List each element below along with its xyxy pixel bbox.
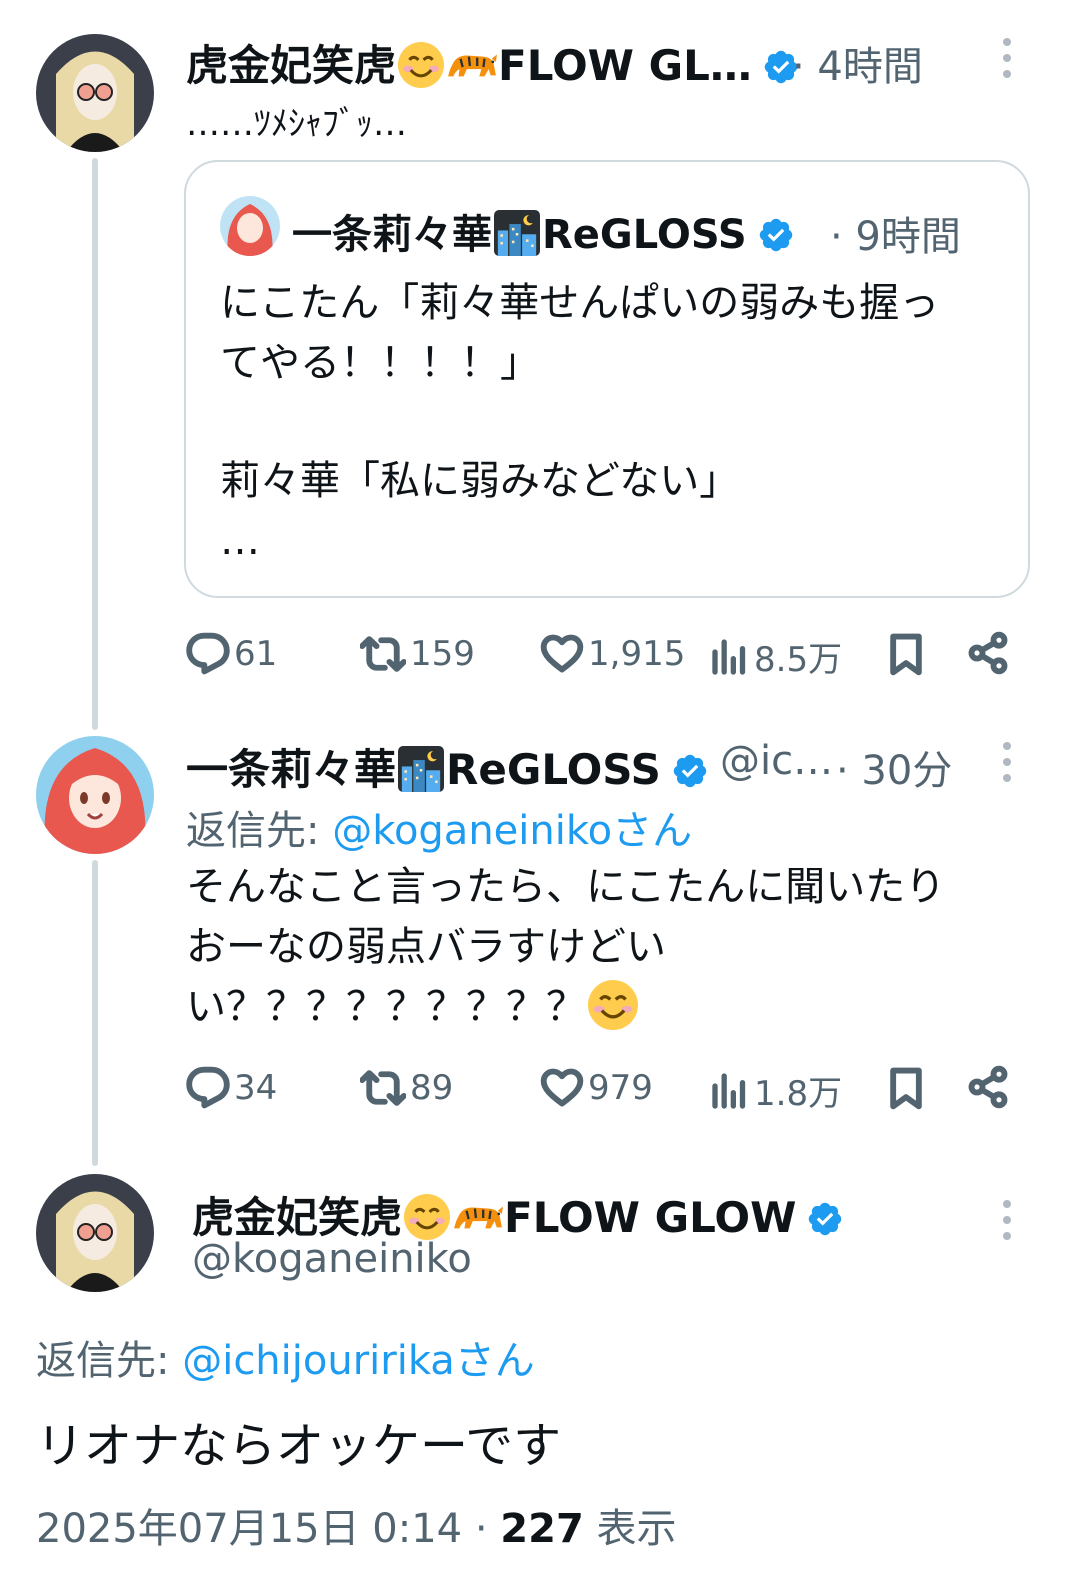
quote-text-line4: … — [220, 518, 260, 564]
share-button[interactable] — [966, 1064, 1010, 1110]
more-icon[interactable] — [1003, 742, 1013, 790]
retweet-icon — [360, 1066, 406, 1110]
reply-button[interactable]: 34 — [186, 1066, 277, 1110]
tiger-emoji — [446, 48, 498, 84]
quote-text-line3: 莉々華「私に弱みなどない」 — [220, 458, 740, 504]
tweet1-author[interactable]: 虎金妃笑虎 FLOW GL… — [186, 32, 800, 93]
tweet2-text-line1: そんなこと言ったら、にこたんに聞いたり — [186, 864, 946, 910]
avatar-image — [36, 736, 154, 854]
tweet2-text-line3: い？？？？？？？？？ — [186, 984, 586, 1030]
avatar-image — [36, 1174, 154, 1292]
retweet-count: 89 — [410, 1068, 454, 1108]
quote-avatar — [220, 196, 280, 256]
bookmark-button[interactable] — [884, 630, 928, 678]
retweet-icon — [360, 632, 406, 676]
reply-count: 61 — [234, 634, 278, 674]
reply-prefix: 返信先: — [36, 1338, 183, 1384]
views-icon — [710, 635, 750, 679]
like-button[interactable]: 1,915 — [540, 632, 685, 676]
like-button[interactable]: 979 — [540, 1066, 653, 1110]
verified-icon — [806, 1200, 844, 1238]
avatar-ichijouririka[interactable] — [36, 736, 154, 854]
tweet3-views-count: 227 — [500, 1506, 584, 1552]
quote-author-suffix: ReGLOSS — [542, 212, 747, 258]
like-icon — [540, 632, 584, 676]
tweet3-meta: 2025年07月15日 0:14 · 227 表示 — [36, 1496, 677, 1554]
quote-time: · 9時間 — [830, 214, 961, 260]
tweet1-time[interactable]: · 4時間 — [792, 34, 923, 92]
tweet2-reply-line: 返信先: @koganeinikoさん — [186, 798, 692, 856]
bookmark-icon — [884, 630, 928, 678]
quote-author: 一条莉々華 ReGLOSS — [292, 202, 795, 260]
author-name-suffix: FLOW GLOW — [504, 1193, 797, 1242]
views-count: 8.5万 — [754, 640, 843, 680]
views-button[interactable]: 8.5万 — [710, 632, 842, 681]
tweet2-text-line3-wrap: い？？？？？？？？？ — [186, 978, 638, 1036]
share-button[interactable] — [966, 630, 1010, 676]
more-icon[interactable] — [1003, 1200, 1013, 1248]
verified-icon — [671, 752, 709, 790]
smile-emoji — [398, 42, 444, 88]
tweet3-views-label: 表示 — [583, 1506, 677, 1552]
smile-emoji — [404, 1194, 450, 1240]
views-button[interactable]: 1.8万 — [710, 1066, 842, 1115]
like-icon — [540, 1066, 584, 1110]
thread-line — [92, 158, 98, 730]
quote-text-line1: にこたん「莉々華せんぱいの弱みも握っ — [220, 280, 940, 326]
reply-button[interactable]: 61 — [186, 632, 277, 676]
reply-prefix: 返信先: — [186, 808, 333, 854]
reply-icon — [186, 1066, 230, 1110]
author-name: 虎金妃笑虎 — [192, 1193, 403, 1242]
reply-count: 34 — [234, 1068, 278, 1108]
avatar-koganeiniko[interactable] — [36, 1174, 154, 1292]
tweet2-time[interactable]: · 30分 — [836, 738, 952, 796]
reply-to-link[interactable]: @ichijouririkaさん — [182, 1338, 535, 1384]
tweet3-timestamp[interactable]: 2025年07月15日 0:14 · — [36, 1506, 500, 1552]
tweet3-handle[interactable]: @koganeiniko — [192, 1236, 472, 1282]
author-name-suffix: ReGLOSS — [446, 745, 661, 794]
like-count: 979 — [588, 1068, 653, 1108]
author-name: 一条莉々華 — [186, 745, 397, 794]
tweet2-text-line2: おーなの弱点バラすけどい — [186, 924, 666, 970]
bookmark-button[interactable] — [884, 1064, 928, 1112]
share-icon — [966, 630, 1010, 676]
tweet2-handle[interactable]: @ic… — [720, 738, 833, 784]
quote-text-line2: てやる！！！！」 — [220, 340, 540, 386]
author-name: 虎金妃笑虎 — [186, 41, 397, 90]
like-count: 1,915 — [588, 634, 686, 674]
retweet-count: 159 — [410, 634, 475, 674]
smile-emoji — [588, 980, 638, 1030]
reply-to-link[interactable]: @koganeinikoさん — [332, 808, 692, 854]
tweet3-reply-line: 返信先: @ichijouririkaさん — [36, 1328, 535, 1386]
night-city-emoji — [398, 746, 444, 792]
quote-author-name: 一条莉々華 — [292, 212, 492, 258]
tweet2-author[interactable]: 一条莉々華 ReGLOSS — [186, 736, 709, 797]
author-name-suffix: FLOW GL… — [498, 41, 752, 90]
thread-line — [92, 860, 98, 1166]
views-icon — [710, 1069, 750, 1113]
tweet3-text: リオナならオッケーです — [36, 1418, 562, 1474]
reply-icon — [186, 632, 230, 676]
quote-tweet-card[interactable]: 一条莉々華 ReGLOSS · 9時間 にこたん「莉々華せんぱいの弱みも握っ てや… — [184, 160, 1030, 598]
verified-icon — [757, 216, 795, 254]
tiger-emoji — [452, 1200, 504, 1236]
bookmark-icon — [884, 1064, 928, 1112]
share-icon — [966, 1064, 1010, 1110]
views-count: 1.8万 — [754, 1074, 843, 1114]
night-city-emoji — [494, 210, 540, 256]
avatar-image — [36, 34, 154, 152]
more-icon[interactable] — [1003, 38, 1013, 86]
retweet-button[interactable]: 159 — [360, 632, 475, 676]
avatar-koganeiniko[interactable] — [36, 34, 154, 152]
retweet-button[interactable]: 89 — [360, 1066, 453, 1110]
tweet1-text: ……ﾂﾒｼｬﾌﾞｯ… — [186, 104, 407, 144]
